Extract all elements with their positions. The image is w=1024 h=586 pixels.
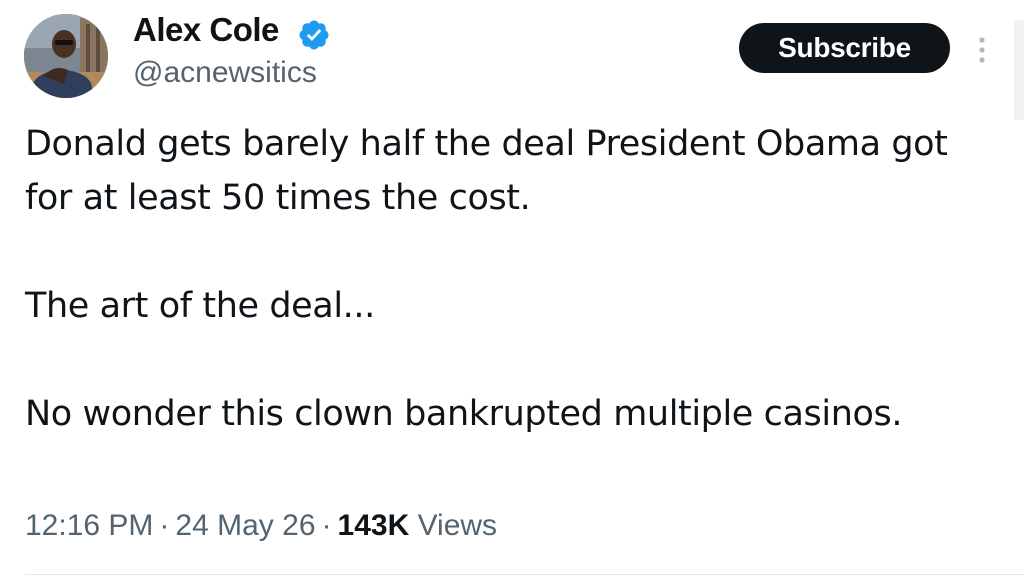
meta-separator: · — [321, 509, 332, 542]
author-name[interactable]: Alex Cole — [133, 11, 279, 49]
more-vertical-icon[interactable] — [968, 32, 996, 68]
avatar[interactable] — [24, 14, 108, 98]
tweet-card: Alex Cole @acnewsitics Subscribe Donald … — [0, 0, 1024, 586]
tweet-date[interactable]: 24 May 26 — [175, 509, 315, 542]
views-count[interactable]: 143K — [338, 509, 410, 542]
views-label[interactable]: Views — [418, 509, 497, 542]
profile-photo-icon — [24, 14, 108, 98]
scroll-edge — [1014, 20, 1024, 120]
tweet-paragraph: Donald gets barely half the deal Preside… — [25, 124, 948, 218]
verified-badge-icon — [299, 20, 329, 50]
author-handle[interactable]: @acnewsitics — [133, 56, 317, 90]
tweet-paragraph: No wonder this clown bankrupted multiple… — [25, 394, 903, 434]
tweet-paragraph: The art of the deal... — [25, 286, 375, 326]
divider — [25, 574, 1024, 575]
subscribe-button[interactable]: Subscribe — [739, 23, 950, 73]
tweet-meta: 12:16 PM · 24 May 26 · 143K Views — [25, 509, 497, 543]
tweet-text: Donald gets barely half the deal Preside… — [25, 117, 985, 441]
tweet-time[interactable]: 12:16 PM — [25, 509, 153, 542]
meta-separator: · — [159, 509, 170, 542]
